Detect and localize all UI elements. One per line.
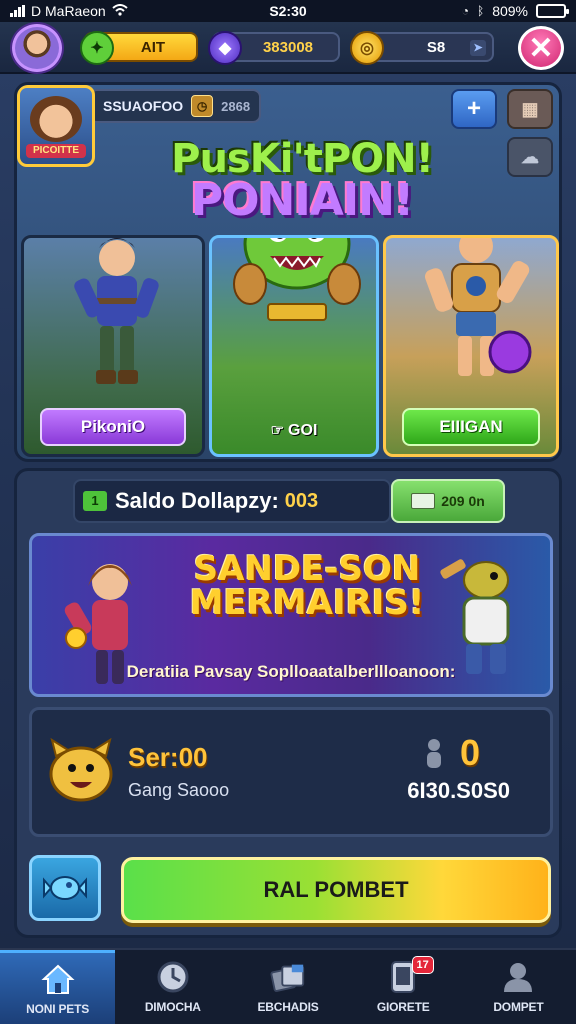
total-value: 6I30.S0S0 (407, 778, 510, 803)
clock-icon (154, 960, 192, 994)
nav-label-giorete: GIORETE (376, 1000, 430, 1014)
hand-icon: ☞ (270, 422, 285, 439)
character-card-warrior[interactable]: PikoniO (21, 235, 205, 457)
hero-panel: PICOITTE SSUAOFOO ◷ 2868 + ▦ ☁ PusKi'tPO… (14, 82, 562, 462)
map-button[interactable]: ▦ (507, 89, 553, 129)
banknote-icon (411, 493, 436, 509)
cloud-icon: ☁ (521, 146, 539, 167)
status-left: D MaRaeon (10, 3, 210, 19)
signal-icon (10, 4, 25, 17)
profile-tag: PICOITTE (26, 144, 86, 158)
status-right: ◔ ᛒ 809% (366, 3, 569, 19)
profile-card[interactable]: PICOITTE (17, 85, 95, 167)
character-card-dragon[interactable]: ☞ GOI (209, 235, 379, 457)
cash-badge-label: 209 0n (441, 493, 485, 509)
card-button-eiiigan[interactable]: EIIIGAN (402, 408, 540, 446)
candy-icon (43, 876, 87, 900)
cash-counter[interactable]: ✦ AIT (80, 31, 198, 65)
nav-item-ebchadis[interactable]: EBCHADIS (230, 950, 345, 1024)
gem-counter[interactable]: ◆ 383008 (208, 31, 340, 65)
profile-portrait (30, 96, 82, 142)
score-value: Ser:00 (128, 742, 208, 772)
status-time: S2:30 (269, 3, 307, 19)
players-count: 0 (424, 732, 480, 774)
level-badge-icon: ◷ (191, 95, 214, 117)
close-icon: ✕ (528, 31, 554, 65)
card-label-goi: ☞ GOI (212, 421, 376, 440)
add-gold-icon[interactable]: ➤ (470, 40, 486, 56)
player-name-pill: SSUAOFOO ◷ 2868 (89, 89, 261, 123)
player-name: SSUAOFOO (103, 98, 184, 114)
player-avatar[interactable] (12, 24, 62, 72)
hero-title-line1: PusKi'tPON! (171, 136, 434, 182)
carrier-name: D MaRaeon (31, 3, 106, 19)
nav-label-ebchadis: EBCHADIS (257, 1000, 319, 1014)
play-button[interactable]: RAL POMBET (121, 857, 551, 923)
promo-banner[interactable]: SANDE-SON MERMAIRIS! Deratiia Pavsay Sop… (29, 533, 553, 697)
warrior-character (74, 238, 159, 384)
gold-coin-icon: ◎ (350, 31, 384, 65)
promo-title: SANDE-SON MERMAIRIS! (182, 552, 432, 620)
battery-icon (536, 4, 569, 18)
person-icon (426, 739, 441, 768)
gold-value: S8 (426, 38, 446, 56)
map-icon: ▦ (521, 98, 539, 119)
cloud-button[interactable]: ☁ (507, 137, 553, 177)
wifi-icon (112, 3, 128, 19)
nav-item-giorete[interactable]: 17 GIORETE (346, 950, 461, 1024)
cash-icon: ✦ (80, 31, 114, 65)
players-value: 0 (459, 732, 480, 773)
balance-title: Saldo Dollapzy: (115, 488, 279, 513)
alarm-icon: ◔ (461, 4, 469, 18)
hero-title-line2: PONIAIN! (190, 175, 414, 226)
cash-badge[interactable]: 209 0n (391, 479, 505, 523)
gem-value: 383008 (262, 38, 314, 56)
balance-value: 003 (284, 489, 319, 512)
user-icon (499, 960, 537, 994)
balance-header: 1 Saldo Dollapzy: 003 (73, 479, 391, 523)
plus-icon: + (466, 95, 481, 122)
rank-icon: 1 (83, 491, 107, 511)
score-label: Gang Saooo (128, 780, 230, 800)
nav-label-dompet: DOMPET (493, 1000, 544, 1014)
status-bar: D MaRaeon S2:30 ◔ ᛒ 809% (0, 0, 576, 22)
promo-title-line1: SANDE-SON (193, 549, 421, 589)
bottom-nav: NONI PETS DIMOCHA EBCHADIS 17 GIORETE DO… (0, 948, 576, 1024)
bluetooth-icon: ᛒ (476, 4, 485, 18)
cards-icon (269, 960, 307, 994)
cash-value: AIT (140, 38, 166, 56)
player-number: 2868 (221, 98, 251, 114)
character-card-brawler[interactable]: EIIIGAN (383, 235, 559, 457)
nav-label-home: NONI PETS (26, 1001, 90, 1016)
nav-item-dompet[interactable]: DOMPET (461, 950, 576, 1024)
candy-button[interactable] (29, 855, 101, 921)
home-icon (39, 962, 77, 996)
nav-label-dimocha: DIMOCHA (144, 1000, 201, 1014)
hero-title: PusKi'tPON! PONIAIN! (157, 139, 447, 223)
promo-title-line2: MERMAIRIS! (189, 583, 425, 623)
stats-panel: Ser:00 Gang Saooo 0 6I30.S0S0 (29, 707, 553, 837)
close-button[interactable]: ✕ (518, 26, 564, 70)
dog-icon (49, 738, 113, 802)
card-button-pikonio[interactable]: PikoniO (40, 408, 186, 446)
resource-bar: ✦ AIT ◆ 383008 ◎ S8 ➤ ✕ (0, 22, 576, 74)
card-label-text: GOI (288, 422, 318, 439)
add-button[interactable]: + (451, 89, 497, 129)
brawler-character (424, 238, 532, 376)
promo-subtitle: Deratiia Pavsay Soplloaatalberllloanoon: (126, 662, 456, 681)
action-row: RAL POMBET (29, 849, 553, 925)
battery-percent: 809% (492, 3, 528, 19)
nav-item-home[interactable]: NONI PETS (0, 950, 116, 1024)
nav-item-dimocha[interactable]: DIMOCHA (115, 950, 230, 1024)
gold-counter[interactable]: ◎ S8 ➤ (350, 31, 494, 65)
dragon-character (233, 238, 361, 321)
gem-icon: ◆ (208, 31, 242, 65)
balance-panel: 1 Saldo Dollapzy: 003 209 0n SANDE-SON M… (14, 468, 562, 938)
notification-badge: 17 (411, 956, 434, 974)
